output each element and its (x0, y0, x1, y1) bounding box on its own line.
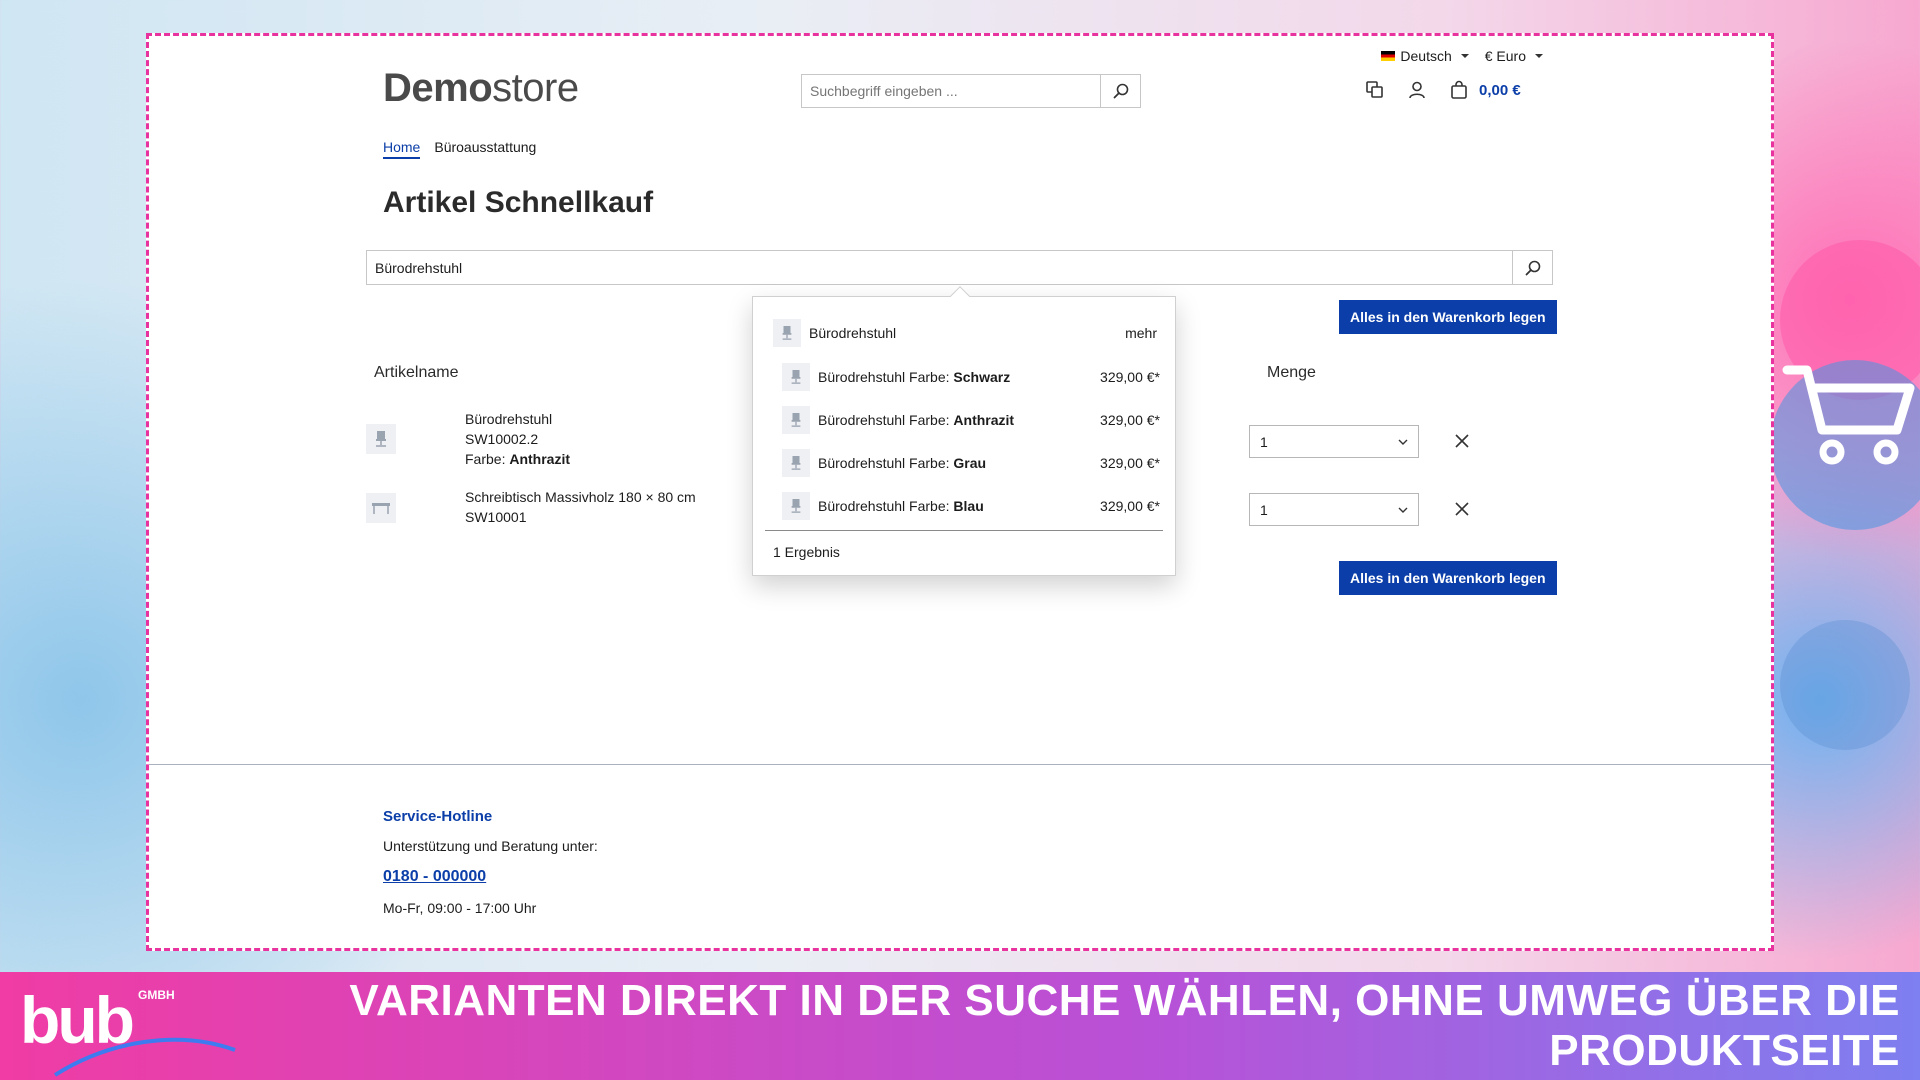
suggestion-variant[interactable]: Bürodrehstuhl Farbe: Anthrazit 329,00 €* (782, 406, 1160, 434)
add-all-to-cart-button-top[interactable]: Alles in den Warenkorb legen (1339, 300, 1557, 334)
chevron-down-icon (1398, 507, 1408, 513)
account-icon[interactable] (1407, 80, 1427, 100)
office-chair-icon (791, 413, 801, 427)
office-chair-icon (791, 499, 801, 513)
cart-icon[interactable] (1449, 80, 1469, 100)
background-decoration (1780, 620, 1910, 750)
suggestion-variant[interactable]: Bürodrehstuhl Farbe: Blau 329,00 €* (782, 492, 1160, 520)
footer-hotline-subtitle: Unterstützung und Beratung unter: (383, 838, 598, 854)
currency-selector[interactable]: € Euro (1485, 48, 1543, 64)
header-actions: 0,00 € (1365, 80, 1521, 100)
office-chair-icon (376, 431, 386, 447)
logo-light-text: store (492, 66, 579, 110)
suggestion-thumbnail (782, 406, 810, 434)
header-search-input[interactable] (802, 75, 1100, 107)
banner-headline: VARIANTEN DIREKT IN DER SUCHE WÄHLEN, OH… (349, 976, 1900, 1075)
breadcrumb-current[interactable]: Büroausstattung (434, 139, 536, 159)
office-chair-icon (782, 326, 792, 340)
suggestion-variant[interactable]: Bürodrehstuhl Farbe: Grau 329,00 €* (782, 449, 1160, 477)
variant-price: 329,00 €* (1100, 455, 1160, 471)
quantity-select[interactable]: 1 (1249, 425, 1419, 458)
suggestion-parent[interactable]: Bürodrehstuhl mehr (773, 319, 1157, 347)
language-selector[interactable]: Deutsch (1381, 48, 1469, 64)
variant-price: 329,00 €* (1100, 369, 1160, 385)
result-count: 1 Ergebnis (773, 544, 840, 560)
footer-opening-hours: Mo-Fr, 09:00 - 17:00 Uhr (383, 900, 537, 916)
add-all-to-cart-button-bottom[interactable]: Alles in den Warenkorb legen (1339, 561, 1557, 595)
search-icon (1525, 260, 1540, 275)
language-label: Deutsch (1400, 48, 1452, 64)
variant-label: Bürodrehstuhl Farbe: Grau (818, 455, 987, 471)
variant-price: 329,00 €* (1100, 498, 1160, 514)
store-frame: Deutsch € Euro Demostore 0,00 € Home Bür… (146, 33, 1774, 951)
product-sku: SW10001 (465, 509, 527, 525)
product-name[interactable]: Bürodrehstuhl (465, 409, 570, 429)
german-flag-icon (1381, 51, 1396, 61)
variant-price: 329,00 €* (1100, 412, 1160, 428)
variant-label: Bürodrehstuhl Farbe: Blau (818, 498, 984, 514)
company-logo-suffix: GMBH (138, 988, 175, 1002)
breadcrumb: Home Büroausstattung (383, 139, 536, 159)
logo-swoosh-icon (53, 1037, 236, 1077)
suggestion-variant[interactable]: Bürodrehstuhl Farbe: Schwarz 329,00 €* (782, 363, 1160, 391)
breadcrumb-home[interactable]: Home (383, 139, 421, 159)
currency-label: € Euro (1484, 48, 1526, 64)
remove-icon[interactable] (1453, 500, 1471, 518)
product-attribute: Farbe: Anthrazit (465, 451, 571, 467)
suggestion-thumbnail (773, 319, 801, 347)
quickbuy-search-input[interactable] (367, 251, 1512, 284)
remove-icon[interactable] (1453, 432, 1471, 450)
quickbuy-search-button[interactable] (1512, 251, 1552, 284)
chevron-down-icon (1398, 439, 1408, 445)
suggestion-thumbnail (782, 363, 810, 391)
compare-icon[interactable] (1365, 80, 1385, 100)
desk-icon (372, 503, 390, 514)
dropdown-arrow (950, 286, 970, 306)
variant-label: Bürodrehstuhl Farbe: Schwarz (818, 369, 1011, 385)
quickbuy-search (366, 250, 1553, 285)
caret-down-icon (1535, 54, 1543, 58)
promo-banner: bub GMBH VARIANTEN DIREKT IN DER SUCHE W… (0, 972, 1920, 1080)
page-title: Artikel Schnellkauf (383, 186, 654, 219)
header-search (801, 74, 1141, 108)
header-top-bar: Deutsch € Euro (1381, 48, 1543, 64)
suggestion-parent-label: Bürodrehstuhl (809, 325, 897, 341)
table-row: Schreibtisch Massivholz 180 × 80 cm SW10… (465, 487, 696, 527)
office-chair-icon (791, 456, 801, 470)
logo-bold-text: Demo (383, 66, 493, 110)
quantity-value: 1 (1260, 501, 1268, 518)
table-row: Bürodrehstuhl SW10002.2 Farbe: Anthrazit (465, 409, 570, 469)
column-header-article: Artikelname (374, 364, 459, 381)
quantity-value: 1 (1260, 433, 1268, 450)
search-icon (1113, 83, 1128, 99)
cart-decoration-icon (1782, 365, 1915, 465)
cart-total[interactable]: 0,00 € (1479, 82, 1521, 99)
company-logo: bub GMBH (20, 980, 240, 1080)
product-name[interactable]: Schreibtisch Massivholz 180 × 80 cm (465, 487, 696, 507)
product-thumbnail (366, 493, 396, 523)
footer-phone-link[interactable]: 0180 - 000000 (383, 868, 486, 886)
column-header-quantity: Menge (1267, 364, 1316, 381)
suggestion-thumbnail (782, 492, 810, 520)
quantity-select[interactable]: 1 (1249, 493, 1419, 526)
product-thumbnail (366, 424, 396, 454)
product-sku: SW10002.2 (465, 431, 539, 447)
footer-hotline-title: Service-Hotline (383, 808, 493, 825)
suggestion-more-link[interactable]: mehr (1125, 325, 1157, 341)
office-chair-icon (791, 370, 801, 384)
header-search-button[interactable] (1100, 75, 1140, 107)
suggestion-thumbnail (782, 449, 810, 477)
caret-down-icon (1460, 54, 1469, 58)
variant-label: Bürodrehstuhl Farbe: Anthrazit (818, 412, 1015, 428)
footer-divider (149, 764, 1771, 765)
store-logo[interactable]: Demostore (383, 66, 579, 111)
search-suggestions-dropdown: Bürodrehstuhl mehr Bürodrehstuhl Farbe: … (752, 286, 1176, 576)
dropdown-divider (765, 530, 1163, 531)
